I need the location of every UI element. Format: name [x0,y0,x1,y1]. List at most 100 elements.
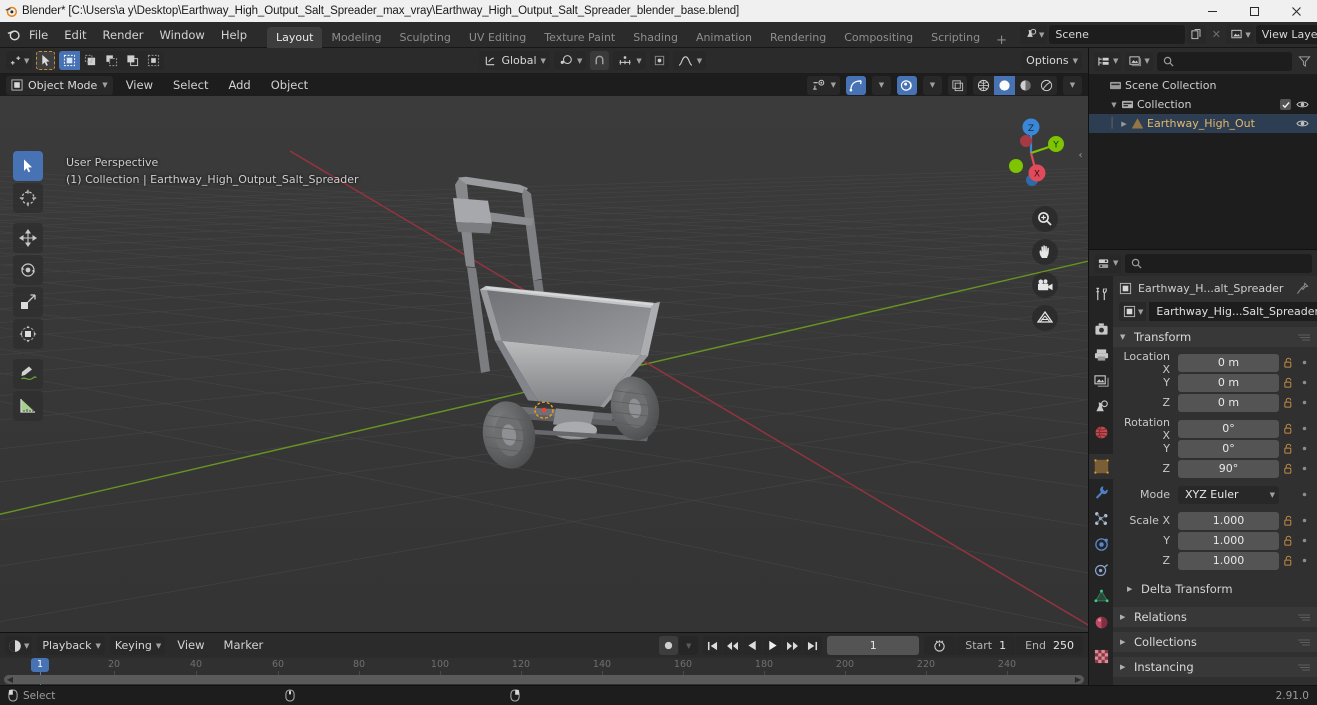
tool-active-button[interactable] [36,51,56,70]
object-browse-button[interactable]: ▼ [1119,302,1147,321]
tab-uv-editing[interactable]: UV Editing [460,27,535,48]
measure-tool[interactable] [13,391,43,421]
rotation-x-input[interactable]: 0° [1178,419,1279,438]
minimize-button[interactable] [1191,0,1233,22]
tweak-select-tool[interactable] [13,151,43,181]
animate-property-dot[interactable] [1298,359,1311,366]
tab-scripting[interactable]: Scripting [922,27,989,48]
timeline-horizontal-scrollbar[interactable]: ◀ ▶ [4,675,1084,684]
select-intersect-button[interactable] [143,51,164,70]
blender-menu-icon[interactable] [6,27,21,42]
keying-dropdown[interactable]: Keying ▼ [109,636,166,655]
animate-property-dot[interactable] [1298,491,1311,498]
tab-sculpting[interactable]: Sculpting [391,27,460,48]
viewport-menu-object[interactable]: Object [264,76,315,95]
menu-window[interactable]: Window [151,25,212,45]
jump-to-next-keyframe-button[interactable] [783,636,803,655]
object-mode-dropdown[interactable]: Object Mode ▼ [6,75,113,95]
timeline-menu-view[interactable]: View [170,636,211,655]
xray-toggle[interactable] [948,75,967,95]
sidebar-toggle-arrow[interactable]: ‹ [1075,144,1086,166]
view-layer-tab[interactable] [1089,368,1113,393]
ortho-grid-icon[interactable] [1032,305,1058,331]
jump-to-end-button[interactable] [803,636,823,655]
relations-panel-header[interactable]: ▶ Relations [1113,607,1317,627]
menu-render[interactable]: Render [95,25,152,45]
animate-property-dot[interactable] [1298,537,1311,544]
select-subtract-button[interactable] [101,51,122,70]
collections-panel-header[interactable]: ▶ Collections [1113,632,1317,652]
pin-id-icon[interactable] [1296,281,1309,295]
shading-dropdown[interactable]: ▼ [1063,75,1082,95]
view-layer-browse-button[interactable]: ▼ [1226,25,1254,44]
scale-tool[interactable] [13,287,43,317]
outliner-display-mode-button[interactable]: ▼ [1125,51,1153,71]
proportional-falloff-dropdown[interactable]: ▼ [672,51,707,70]
outliner-row-scene-collection[interactable]: Scene Collection [1089,76,1317,95]
visibility-dropdown[interactable]: ▼ [806,75,840,95]
rotation-y-input[interactable]: 0° [1178,439,1279,458]
animate-property-dot[interactable] [1298,557,1311,564]
start-frame-input[interactable]: Start 1 [956,636,1016,655]
maximize-button[interactable] [1233,0,1275,22]
select-invert-button[interactable] [122,51,143,70]
viewport-options-dropdown[interactable]: Options ▼ [1021,51,1083,70]
scene-tab[interactable] [1089,394,1113,419]
render-tab[interactable] [1089,316,1113,341]
collection-exclude-checkbox[interactable] [1280,99,1291,110]
scale-z-input[interactable]: 1.000 [1178,551,1279,570]
animate-property-dot[interactable] [1298,425,1311,432]
constraints-tab[interactable] [1089,558,1113,583]
outliner-editor-type-button[interactable]: ▼ [1094,51,1122,71]
animate-property-dot[interactable] [1298,445,1311,452]
show-gizmo-toggle[interactable] [846,75,866,95]
snap-settings-dropdown[interactable]: ▼ [613,51,646,70]
outliner-search-input[interactable] [1156,51,1292,71]
world-tab[interactable] [1089,420,1113,445]
texture-tab[interactable] [1089,644,1113,669]
cursor-tool[interactable] [13,183,43,213]
rotation-mode-dropdown[interactable]: XYZ Euler ▼ [1178,485,1279,504]
tab-texture-paint[interactable]: Texture Paint [535,27,624,48]
rotate-tool[interactable] [13,255,43,285]
overlays-dropdown[interactable]: ▼ [923,75,942,95]
location-x-input[interactable]: 0 m [1178,353,1279,372]
outliner-row-collection[interactable]: ▼ Collection [1089,95,1317,114]
viewport-menu-select[interactable]: Select [166,76,215,95]
tab-animation[interactable]: Animation [687,27,761,48]
scene-browse-button[interactable]: ▼ [1019,25,1048,44]
unlink-scene-button[interactable]: ✕ [1208,25,1224,44]
material-tab[interactable] [1089,610,1113,635]
lock-icon[interactable] [1282,397,1295,409]
menu-edit[interactable]: Edit [56,25,94,45]
instancing-panel-header[interactable]: ▶ Instancing [1113,657,1317,677]
auto-keying-toggle[interactable] [659,636,679,655]
delta-transform-panel-header[interactable]: ▶ Delta Transform [1113,579,1317,599]
lock-icon[interactable] [1282,443,1295,455]
viewport-menu-add[interactable]: Add [221,76,257,95]
camera-icon[interactable] [1032,272,1058,298]
select-set-button[interactable] [59,51,81,70]
physics-tab[interactable] [1089,532,1113,557]
viewport-menu-view[interactable]: View [119,76,160,95]
tab-compositing[interactable]: Compositing [835,27,922,48]
gizmo-dropdown[interactable]: ▼ [872,75,891,95]
timeline-editor-type-button[interactable]: ▼ [5,636,33,655]
scale-x-input[interactable]: 1.000 [1178,511,1279,530]
navigation-gizmo[interactable]: Z Y X [992,114,1070,192]
properties-editor-type-button[interactable]: ▼ [1094,253,1122,273]
select-extend-button[interactable] [80,51,101,70]
transform-orientation-dropdown[interactable]: Global ▼ [479,51,550,70]
animate-property-dot[interactable] [1298,465,1311,472]
new-scene-button[interactable] [1187,25,1207,44]
object-name-field[interactable]: Earthway_Hig...Salt_Spreader [1149,302,1317,321]
proportional-edit-toggle[interactable] [649,51,669,70]
scale-y-input[interactable]: 1.000 [1178,531,1279,550]
tab-modeling[interactable]: Modeling [322,27,390,48]
modifier-tab[interactable] [1089,480,1113,505]
keying-popover-button[interactable]: ▼ [679,636,699,655]
animate-property-dot[interactable] [1298,379,1311,386]
annotate-tool[interactable] [13,359,43,389]
lock-icon[interactable] [1282,515,1295,527]
collection-visibility-eye-icon[interactable] [1296,99,1309,110]
